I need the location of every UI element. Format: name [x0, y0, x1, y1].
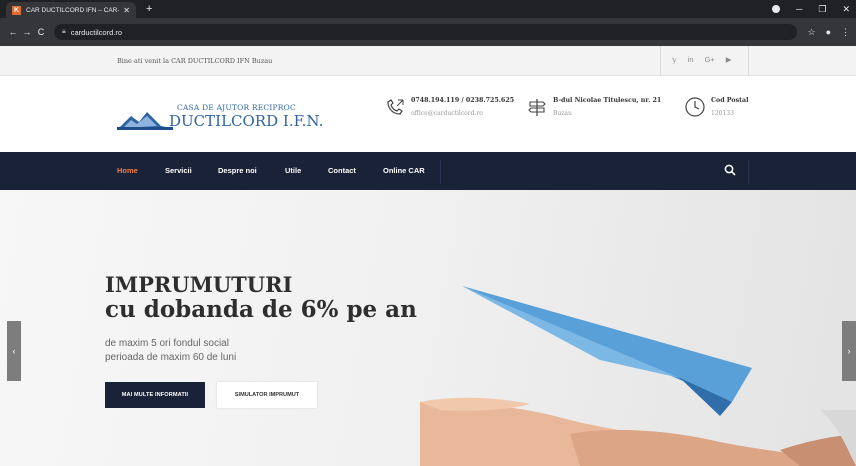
back-icon[interactable]: ←	[6, 27, 20, 37]
tab-title: CAR DUCTILCORD IFN – CAR-ul ...	[26, 6, 119, 14]
nav-item-utile[interactable]: Utile	[285, 166, 301, 175]
phone-numbers[interactable]: 0748.194.119 / 0238.725.625	[411, 97, 514, 104]
site-header: CASA DE AJUTOR RECIPROC DUCTILCORD I.F.N…	[0, 76, 856, 152]
linkedin-icon[interactable]: in	[688, 55, 694, 64]
googleplus-icon[interactable]: G+	[705, 55, 715, 64]
nav-divider	[440, 160, 441, 184]
twitter-icon[interactable]: 𝕪	[672, 55, 677, 64]
reload-icon[interactable]: C	[34, 27, 48, 37]
nav-item-online-car[interactable]: Online CAR	[383, 166, 425, 175]
nav-item-contact[interactable]: Contact	[328, 166, 356, 175]
nav-divider	[748, 160, 749, 184]
address-title: B-dul Nicolae Titulescu, nr. 21	[553, 97, 662, 104]
browser-tab[interactable]: K CAR DUCTILCORD IFN – CAR-ul ... ✕	[6, 2, 136, 18]
window-controls: ─ ❐ ✕	[771, 0, 856, 18]
strip-divider	[660, 46, 661, 76]
postal-code: 120133	[711, 110, 734, 117]
more-info-button[interactable]: MAI MULTE INFORMATII	[105, 382, 205, 408]
nav-item-despre-noi[interactable]: Despre noi	[218, 166, 257, 175]
youtube-icon[interactable]: ▶	[726, 55, 732, 64]
main-navigation: Home Servicii Despre noi Utile Contact O…	[0, 152, 856, 190]
postal-title: Cod Postal	[711, 97, 749, 104]
nav-item-home[interactable]: Home	[117, 166, 138, 175]
site-favicon-icon: K	[12, 5, 21, 15]
slider-prev-icon[interactable]: ‹	[7, 321, 21, 381]
star-icon[interactable]: ☆	[807, 27, 815, 38]
nav-item-servicii[interactable]: Servicii	[165, 166, 192, 175]
social-links: 𝕪 in G+ ▶	[672, 55, 732, 64]
logo-roof-icon	[117, 112, 173, 130]
contact-address: B-dul Nicolae Titulescu, nr. 21 Buzau	[526, 96, 676, 128]
extension-icon[interactable]	[771, 5, 780, 13]
menu-icon[interactable]: ⋮	[841, 27, 850, 38]
url-input[interactable]: 🔒︎ carductilcord.ro	[54, 24, 798, 40]
paper-plane-hands-illustration	[420, 286, 856, 466]
lock-icon[interactable]: 🔒︎	[62, 28, 66, 36]
browser-address-bar: ← → C 🔒︎ carductilcord.ro ☆ ● ⋮	[0, 18, 856, 46]
top-info-strip: Bine ati venit la CAR DUCTILCORD IFN Buz…	[0, 46, 856, 76]
strip-divider	[748, 46, 749, 76]
signpost-icon	[528, 99, 546, 116]
close-window-icon[interactable]: ✕	[842, 4, 850, 15]
slider-next-icon[interactable]: ›	[842, 321, 856, 381]
contact-postal: Cod Postal 120133	[684, 96, 774, 128]
hero-title-line1: IMPRUMUTURI	[105, 272, 293, 297]
loan-simulator-button[interactable]: SIMULATOR IMPRUMUT	[217, 382, 317, 408]
hero-title-line2: cu dobanda de 6% pe an	[105, 296, 417, 323]
hero-subtitle-line1: de maxim 5 ori fondul social	[105, 338, 229, 349]
hero-slider: IMPRUMUTURI cu dobanda de 6% pe an de ma…	[0, 190, 856, 466]
logo-line1: CASA DE AJUTOR RECIPROC	[177, 103, 296, 112]
phone-icon	[387, 99, 404, 115]
search-icon[interactable]	[724, 164, 736, 176]
welcome-text: Bine ati venit la CAR DUCTILCORD IFN Buz…	[117, 57, 273, 65]
email-text[interactable]: office@carductilcord.ro	[411, 110, 483, 117]
browser-tab-bar: K CAR DUCTILCORD IFN – CAR-ul ... ✕ + ─ …	[0, 0, 856, 18]
minimize-icon[interactable]: ─	[796, 4, 802, 14]
maximize-icon[interactable]: ❐	[818, 4, 826, 15]
forward-icon[interactable]: →	[20, 27, 34, 37]
new-tab-button[interactable]: +	[146, 2, 152, 16]
logo-line2: DUCTILCORD I.F.N.	[169, 112, 324, 130]
profile-icon[interactable]: ●	[826, 27, 831, 38]
site-logo[interactable]: CASA DE AJUTOR RECIPROC DUCTILCORD I.F.N…	[117, 102, 323, 136]
tab-close-icon[interactable]: ✕	[123, 6, 130, 15]
address-city: Buzau	[553, 110, 572, 117]
contact-phone: 0748.194.119 / 0238.725.625 office@cardu…	[384, 96, 524, 128]
hero-subtitle-line2: perioada de maxim 60 de luni	[105, 352, 237, 363]
clock-icon	[685, 97, 705, 117]
url-text: carductilcord.ro	[70, 27, 123, 37]
